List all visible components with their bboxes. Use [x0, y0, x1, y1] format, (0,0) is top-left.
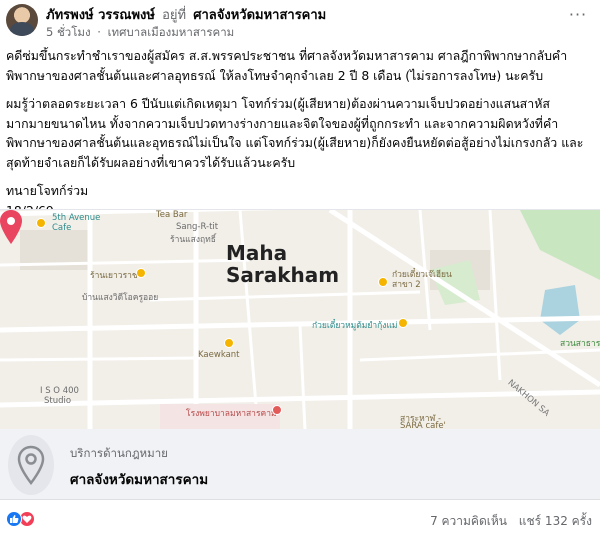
place-name-link[interactable]: ศาลจังหวัดมหาสารคาม	[70, 468, 208, 490]
map-label-5th-avenue: 5th Avenue	[52, 213, 101, 223]
location-pin-icon[interactable]	[0, 210, 22, 244]
map-label-sara-cafe-2: SARA cafe'	[400, 421, 446, 429]
map-label-shop-1: ร้านเยาวราช	[90, 271, 138, 281]
post-header: ภัทรพงษ์ วรรณพงษ์ อยู่ที่ ศาลจังหวัดมหาส…	[0, 0, 600, 44]
map-label-noodle-2: ก๋วยเตี๋ยวหมูต้มยำกุ้งแม่	[312, 321, 398, 331]
map-label-sang-r-tit: Sang-R-tit	[176, 222, 219, 232]
shop-poi-icon[interactable]	[136, 268, 146, 278]
post-meta: 5 ชั่วโมง · เทศบาลเมืองมหาสารคาม	[46, 24, 234, 42]
shares-count[interactable]: แชร์ 132 ครั้ง	[519, 514, 592, 528]
author-line: ภัทรพงษ์ วรรณพงษ์ อยู่ที่ ศาลจังหวัดมหาส…	[46, 4, 326, 25]
comments-count[interactable]: 7 ความคิดเห็น	[430, 514, 507, 528]
map-label-sang-r-tit-th: ร้านแสงฤทธิ์	[170, 235, 216, 245]
map-label-noodle-1b: สาขา 2	[392, 280, 421, 290]
like-reaction-icon	[6, 511, 22, 527]
map-city-line-2: Sarakham	[226, 263, 340, 287]
map-label-kaewkant: Kaewkant	[198, 350, 240, 360]
post-paragraph-2: ผมรู้ว่าตลอดระยะเวลา 6 ปีนับแต่เกิดเหตุม…	[6, 96, 584, 170]
map-label-iso-studio-2: Studio	[44, 396, 72, 406]
post-body: คดีซ่มขึ้นกระทำชำเราของผู้สมัคร ส.ส.พรรค…	[6, 46, 594, 220]
map-label-shop-2: บ้านแสงวิดีโอครูออย	[82, 293, 159, 303]
map-label-iso-studio: I S O 400	[40, 386, 79, 396]
post-time[interactable]: 5 ชั่วโมง	[46, 25, 91, 39]
map-label-cafe: Cafe	[52, 223, 72, 233]
map-city-line-1: Maha	[226, 241, 288, 265]
location-map[interactable]: 5th Avenue Cafe Tea Bar Sang-R-tit ร้านแ…	[0, 209, 600, 429]
more-options-icon: ···	[568, 5, 588, 24]
post-footer: 7 ความคิดเห็น แชร์ 132 ครั้ง	[0, 505, 600, 533]
post-location[interactable]: เทศบาลเมืองมหาสารคาม	[108, 25, 235, 39]
post-signature: ทนายโจทก์ร่วม	[6, 183, 89, 198]
map-label-tea-bar: Tea Bar	[156, 210, 188, 220]
author-avatar[interactable]	[6, 4, 38, 36]
map-label-park: สวนสาธารณ	[560, 339, 600, 349]
checkin-place-link[interactable]: ศาลจังหวัดมหาสารคาม	[193, 8, 326, 23]
map-city-label: Maha Sarakham	[226, 242, 339, 286]
cafe-poi-icon[interactable]	[36, 218, 46, 228]
place-pin-icon	[8, 435, 54, 495]
place-pin-shape	[17, 445, 45, 485]
meta-separator: ·	[97, 25, 101, 39]
kaewkant-poi-icon[interactable]	[224, 338, 234, 348]
place-category: บริการด้านกฎหมาย	[70, 446, 168, 460]
post-paragraph-1: คดีซ่มขึ้นกระทำชำเราของผู้สมัคร ส.ส.พรรค…	[6, 48, 568, 83]
hospital-poi-icon[interactable]	[272, 405, 282, 415]
at-word: อยู่ที่	[162, 8, 187, 23]
restaurant-poi-icon[interactable]	[398, 318, 408, 328]
more-options-button[interactable]: ···	[566, 5, 590, 28]
engagement-counts: 7 ความคิดเห็น แชร์ 132 ครั้ง	[430, 512, 592, 531]
map-label-hospital: โรงพยาบาลมหาสารคาม	[186, 409, 277, 419]
place-card[interactable]: บริการด้านกฎหมาย ศาลจังหวัดมหาสารคาม	[0, 429, 600, 500]
author-name[interactable]: ภัทรพงษ์ วรรณพงษ์	[46, 8, 155, 23]
noodle-poi-icon[interactable]	[378, 277, 388, 287]
reactions-summary[interactable]	[6, 511, 38, 527]
